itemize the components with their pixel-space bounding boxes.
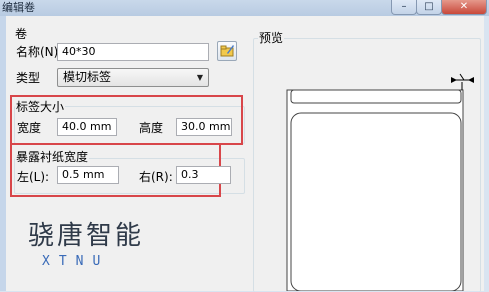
preview-canvas — [286, 73, 474, 291]
label-preview-top — [290, 89, 462, 104]
type-label: 类型 — [16, 71, 41, 85]
title-bar: 编辑卷 – □ ✕ — [0, 0, 489, 16]
brand-logo: 骁唐智能 XTNU — [28, 215, 144, 269]
type-select-value: 模切标签 — [63, 70, 112, 84]
minimize-icon: – — [401, 0, 407, 12]
maximize-button[interactable]: □ — [416, 0, 442, 15]
name-input[interactable]: 40*30 — [57, 43, 209, 61]
brand-logo-text: 骁唐智能 — [28, 221, 145, 251]
right-input[interactable]: 0.3 — [176, 166, 231, 184]
label-preview-main — [290, 112, 462, 291]
left-label: 左(L): — [17, 170, 50, 184]
type-select[interactable]: 模切标签 ▼ — [57, 68, 209, 87]
liner-width-marker-icon — [451, 73, 474, 90]
height-input[interactable]: 30.0 mm — [176, 118, 232, 136]
liner-width-title: 暴露衬纸宽度 — [15, 149, 90, 165]
minimize-button[interactable]: – — [391, 0, 417, 15]
width-label: 宽度 — [17, 121, 42, 135]
window-title: 编辑卷 — [2, 1, 35, 14]
name-label: 名称(N): — [16, 45, 63, 59]
left-input[interactable]: 0.5 mm — [57, 166, 119, 184]
name-edit-button[interactable] — [217, 41, 237, 61]
folder-edit-icon — [220, 45, 234, 57]
close-icon: ✕ — [459, 0, 469, 12]
right-label: 右(R): — [139, 170, 173, 184]
height-label: 高度 — [139, 121, 164, 135]
brand-logo-sub: XTNU — [42, 254, 110, 269]
maximize-icon: □ — [424, 0, 434, 12]
label-size-title: 标签大小 — [15, 99, 66, 115]
chevron-down-icon: ▼ — [196, 73, 203, 82]
width-input[interactable]: 40.0 mm — [57, 118, 117, 136]
roll-group-title: 卷 — [15, 27, 28, 41]
close-button[interactable]: ✕ — [441, 0, 487, 15]
